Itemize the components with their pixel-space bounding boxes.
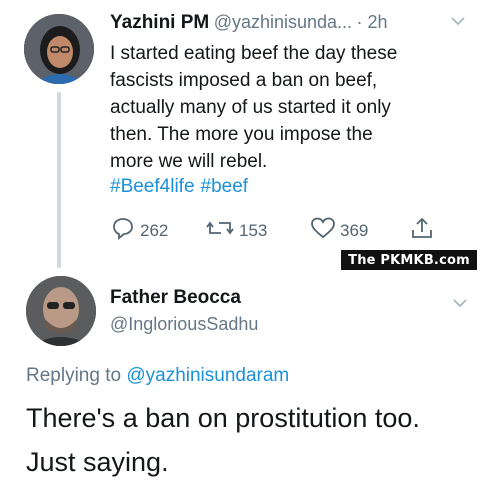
tweet-header: Yazhini PM @yazhinisunda... · 2h [110, 12, 470, 40]
hashtag-link[interactable]: #beef [201, 176, 249, 197]
replying-to: Replying to @yazhinisundaram [26, 365, 289, 387]
avatar[interactable] [24, 14, 94, 84]
hashtag-link[interactable]: #Beef4life [110, 176, 195, 197]
mention-link[interactable]: @yazhinisundaram [126, 365, 289, 386]
user-handle[interactable]: @IngloriousSadhu [110, 314, 258, 335]
retweet-count: 153 [239, 220, 268, 240]
retweet-button[interactable]: 153 [205, 216, 267, 245]
reply-button[interactable]: 262 [110, 216, 168, 245]
chevron-down-icon[interactable] [452, 296, 468, 314]
share-icon [410, 216, 438, 245]
display-name[interactable]: Yazhini PM [110, 12, 209, 33]
original-tweet: Yazhini PM @yazhinisunda... · 2h I start… [0, 0, 491, 268]
replying-label: Replying to [26, 365, 122, 386]
hashtags: #Beef4life #beef [110, 176, 254, 198]
reply-text: There's a ban on prostitution too. Just … [26, 396, 476, 484]
heart-icon [310, 216, 340, 245]
tweet-line: fascists imposed a ban on beef, [110, 70, 378, 91]
display-name[interactable]: Father Beocca [110, 287, 241, 309]
thread-line [57, 92, 61, 268]
tweet-line: There's a ban on prostitution too. [26, 403, 420, 433]
like-button[interactable]: 369 [310, 216, 368, 245]
tweet-line: Just saying. [26, 447, 169, 477]
reply-icon [110, 216, 140, 245]
timestamp[interactable]: · 2h [357, 12, 388, 32]
avatar[interactable] [26, 276, 96, 346]
tweet-text: I started eating beef the day these fasc… [110, 40, 480, 175]
tweet-line: more we will rebel. [110, 151, 268, 172]
share-button[interactable] [410, 216, 438, 245]
like-count: 369 [340, 220, 369, 240]
tweet-actions: 262 153 369 [110, 216, 440, 244]
tweet-line: actually many of us started it only [110, 97, 391, 118]
watermark-label: The PKMKB.com [341, 250, 477, 270]
user-handle[interactable]: @yazhinisunda... [214, 12, 352, 32]
tweet-line: then. The more you impose the [110, 124, 373, 145]
chevron-down-icon[interactable] [450, 14, 466, 32]
reply-count: 262 [140, 220, 169, 240]
retweet-icon [205, 216, 239, 245]
tweet-line: I started eating beef the day these [110, 43, 398, 64]
